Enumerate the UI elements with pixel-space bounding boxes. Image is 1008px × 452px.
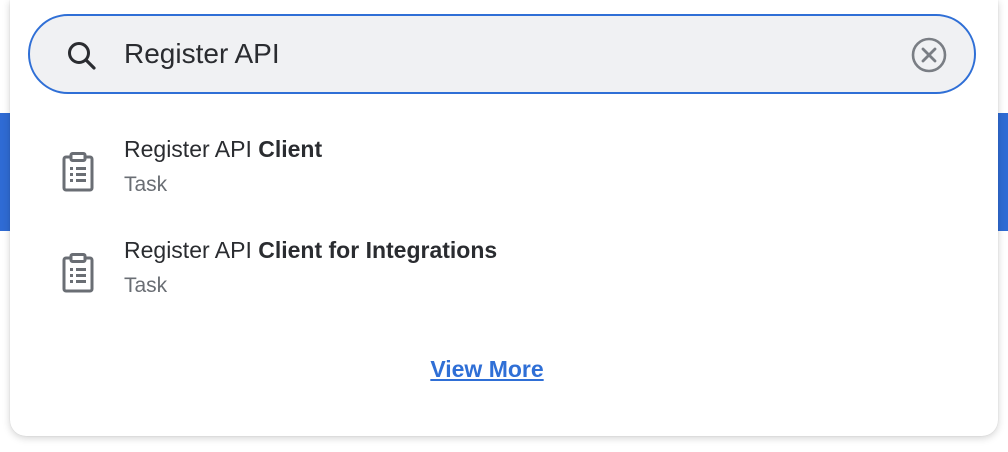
clipboard-icon <box>62 152 94 192</box>
result-title-match: Client <box>258 136 323 162</box>
result-item[interactable]: Register API Client Task <box>10 136 998 226</box>
result-item[interactable]: Register API Client for Integrations Tas… <box>10 237 998 327</box>
result-type: Task <box>124 274 168 297</box>
search-box[interactable] <box>28 14 976 94</box>
clipboard-icon <box>62 253 94 293</box>
result-type: Task <box>124 173 168 196</box>
search-icon <box>68 42 96 70</box>
search-dropdown-panel: Register API Client Task Register API Cl… <box>10 0 998 436</box>
clear-icon[interactable] <box>910 36 948 74</box>
search-input[interactable] <box>124 34 884 74</box>
result-title-plain: Register API <box>124 237 259 263</box>
result-title-match: Client for Integrations <box>258 237 498 263</box>
result-title-plain: Register API <box>124 136 259 162</box>
result-title: Register API Client for Integrations <box>124 237 497 264</box>
result-title: Register API Client <box>124 136 322 163</box>
view-more-link[interactable]: View More <box>10 356 964 383</box>
